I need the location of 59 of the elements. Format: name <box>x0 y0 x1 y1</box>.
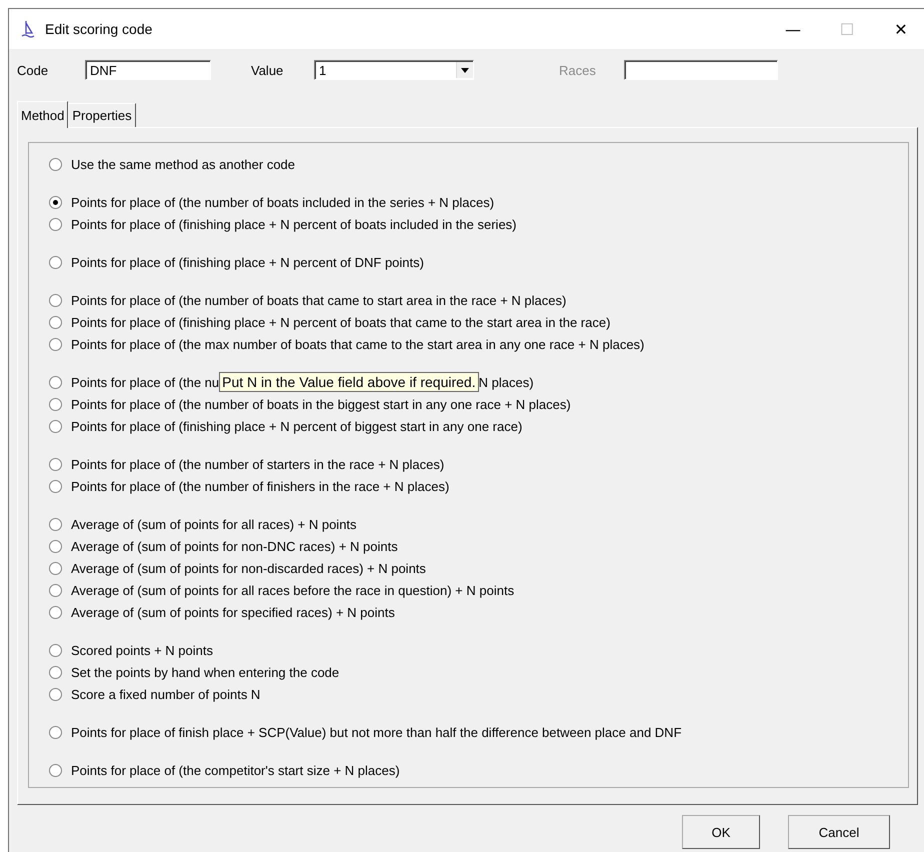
option-label: Average of (sum of points for specified races) + N points <box>71 604 395 620</box>
radio-button[interactable] <box>49 376 62 388</box>
sailboat-icon <box>21 20 35 38</box>
radio-button[interactable] <box>49 420 62 432</box>
option-label: Points for place of (the competitor's start size + N places) <box>71 762 400 778</box>
option-label: Points for place of (the number of starters in the race + N places) <box>71 456 444 472</box>
field-label: Value <box>251 62 284 78</box>
option-label: Scored points + N points <box>71 642 213 658</box>
option-label: Average of (sum of points for non-discarded races) + N points <box>71 560 426 576</box>
option-label: Score a fixed number of points N <box>71 686 260 702</box>
field-label: Races <box>559 62 597 78</box>
close-button[interactable]: ✕ <box>878 11 924 47</box>
option-label: Use the same method as another code <box>71 156 296 172</box>
radio-button[interactable] <box>49 480 62 492</box>
radio-button[interactable] <box>49 316 62 328</box>
option-label: Average of (sum of points for all races) + N points <box>71 516 357 532</box>
radio-button[interactable] <box>49 726 62 738</box>
option-label: Points for place of (the max number of boats that came to the start area in any one race + N places) <box>71 336 644 352</box>
tab[interactable]: Method <box>17 101 68 128</box>
option-label: Points for place of finish place + SCP(Value) but not more than half the difference between place and DNF <box>71 724 682 740</box>
option-label: Average of (sum of points for non-DNC races) + N points <box>71 538 398 554</box>
option-label: N places) <box>478 374 534 390</box>
option-label: Points for place of (finishing place + N percent of boats that came to the start area in the race) <box>71 314 610 330</box>
radio-button[interactable] <box>49 458 62 470</box>
radio-button[interactable] <box>49 218 62 230</box>
cancel-button[interactable]: Cancel <box>788 815 890 849</box>
tooltip: Put N in the Value field above if required. <box>219 372 479 392</box>
option-label: Set the points by hand when entering the code <box>71 664 340 680</box>
option-label: Points for place of (the nu <box>71 374 220 390</box>
option-label: Points for place of (the number of boats in the biggest start in any one race + N places) <box>71 396 571 412</box>
radio-button[interactable] <box>49 688 62 700</box>
minimize-button[interactable]: — <box>770 11 816 47</box>
input-field[interactable]: DNF <box>85 60 211 80</box>
option-label: Points for place of (finishing place + N percent of boats included in the series) <box>71 216 516 232</box>
radio-button[interactable] <box>49 562 62 574</box>
radio-button[interactable] <box>49 606 62 618</box>
option-label: Average of (sum of points for all races before the race in question) + N points <box>71 582 514 598</box>
ok-button[interactable]: OK <box>682 815 760 849</box>
radio-button[interactable] <box>49 540 62 552</box>
option-label: Points for place of (the number of finishers in the race + N places) <box>71 478 450 494</box>
radio-button[interactable] <box>49 158 62 170</box>
value-dropdown[interactable]: 1 <box>314 60 474 80</box>
radio-button[interactable] <box>49 764 62 776</box>
option-label: Points for place of (finishing place + N percent of biggest start in any one race) <box>71 418 522 434</box>
radio-button[interactable] <box>49 196 62 208</box>
radio-button[interactable] <box>49 338 62 350</box>
option-label: Points for place of (the number of boats included in the series + N places) <box>71 194 494 210</box>
option-label: Points for place of (finishing place + N percent of DNF points) <box>71 254 424 270</box>
radio-button[interactable] <box>49 584 62 596</box>
radio-button[interactable] <box>49 398 62 410</box>
radio-button[interactable] <box>49 666 62 678</box>
radio-button[interactable] <box>49 644 62 656</box>
option-label: Points for place of (the number of boats that came to start area in the race + N places) <box>71 292 566 308</box>
radio-button[interactable] <box>49 256 62 268</box>
field-label: Code <box>17 62 50 78</box>
radio-button[interactable] <box>49 518 62 530</box>
window-title: Edit scoring code <box>45 21 152 37</box>
radio-button[interactable] <box>49 294 62 306</box>
tab[interactable]: Properties <box>68 103 136 127</box>
